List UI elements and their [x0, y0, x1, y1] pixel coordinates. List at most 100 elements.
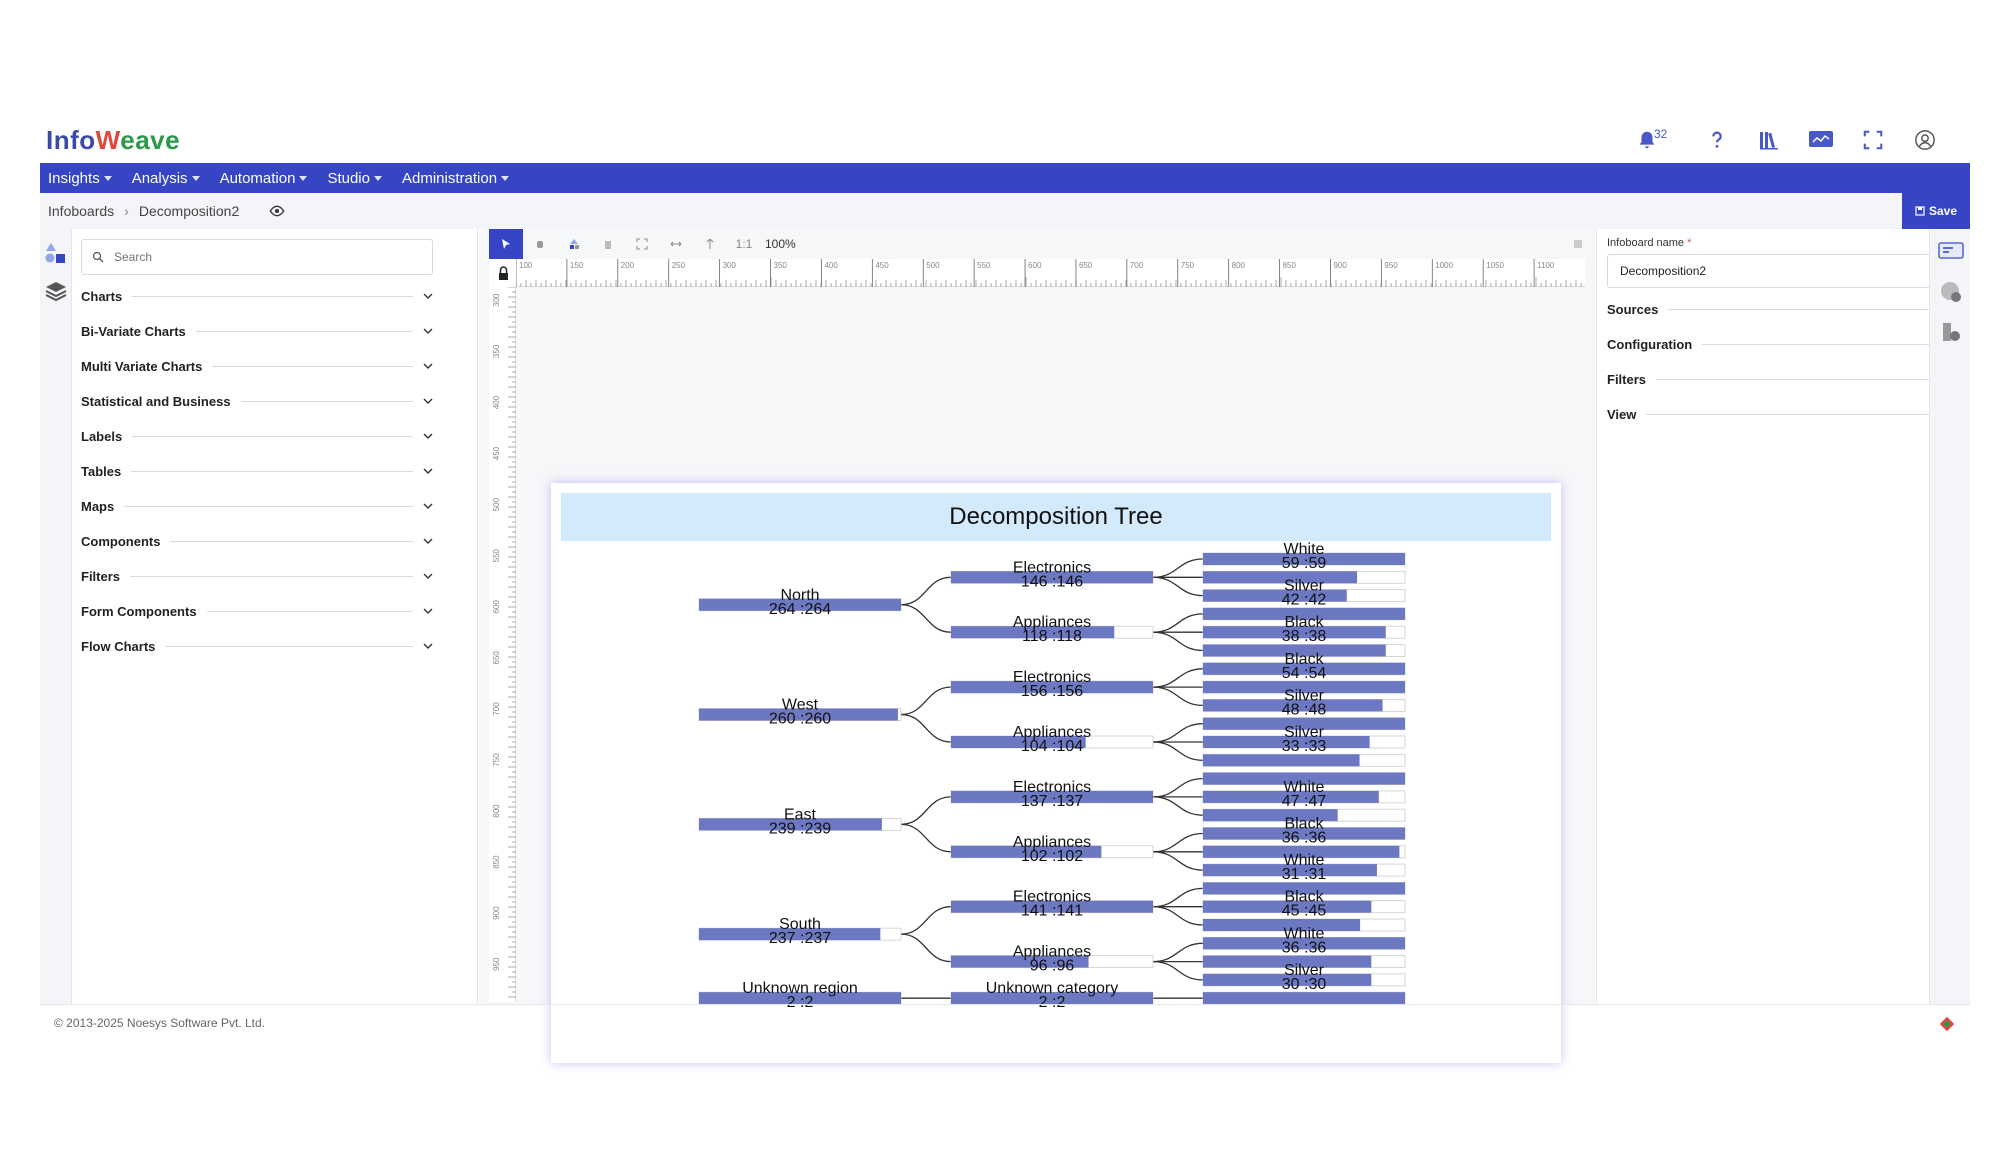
section-bivariate-charts[interactable]: Bi-Variate Charts — [81, 321, 433, 341]
node-value: 156 :156 — [1021, 683, 1083, 700]
chevron-down-icon — [299, 175, 308, 181]
node-value: 59 :59 — [1282, 555, 1327, 572]
app-root: InfoWeave 32 Insights Analysis Automatio… — [40, 115, 1970, 1063]
align-top-button[interactable] — [693, 229, 727, 259]
section-statistical-business[interactable]: Statistical and Business — [81, 391, 433, 411]
ruler-label: 850 — [1283, 261, 1297, 270]
chevron-down-icon — [423, 573, 433, 579]
ruler-label: 700 — [492, 702, 501, 716]
shapes-tool-button[interactable] — [557, 229, 591, 259]
divider — [1668, 308, 1939, 310]
properties-panel: Infoboard name * Decomposition2 Sources … — [1596, 229, 1959, 1004]
nav-administration[interactable]: Administration — [402, 170, 510, 187]
panel-toggle-button[interactable] — [1561, 229, 1595, 259]
section-tables[interactable]: Tables — [81, 461, 433, 481]
component-panel: Charts Bi-Variate Charts Multi Variate C… — [73, 229, 478, 1004]
canvas-toolbar: 1:1 100% — [489, 229, 1595, 259]
chevron-down-icon — [501, 175, 510, 181]
chevron-down-icon — [423, 293, 433, 299]
tree-connector — [1152, 686, 1204, 707]
breadcrumb: Infoboards › Decomposition2 Save — [40, 193, 1970, 229]
infoboard-name-input[interactable]: Decomposition2 — [1607, 254, 1959, 288]
node-bar — [1203, 992, 1405, 1005]
ratio-button[interactable]: 1:1 — [727, 229, 761, 259]
shapes-icon — [570, 239, 579, 249]
pointer-icon — [502, 239, 510, 249]
pan-tool-button[interactable] — [523, 229, 557, 259]
nav-automation[interactable]: Automation — [220, 170, 308, 187]
ruler-label: 750 — [492, 753, 501, 767]
select-tool-button[interactable] — [489, 229, 523, 259]
ruler-label: 350 — [492, 344, 501, 358]
zoom-level[interactable]: 100% — [765, 237, 796, 251]
monitor-icon[interactable] — [1806, 125, 1836, 155]
tree-connector — [900, 713, 952, 743]
divider — [132, 295, 413, 297]
section-form-components[interactable]: Form Components — [81, 601, 433, 621]
breadcrumb-root[interactable]: Infoboards — [48, 203, 114, 219]
node-bar — [1203, 754, 1360, 767]
tree-connector — [1152, 960, 1204, 981]
node-value: 141 :141 — [1021, 903, 1083, 920]
section-filters-right[interactable]: Filters — [1607, 369, 1959, 389]
delete-tool-button[interactable] — [591, 229, 625, 259]
divider — [132, 435, 413, 437]
section-flow-charts[interactable]: Flow Charts — [81, 636, 433, 656]
layers-icon[interactable] — [42, 277, 70, 305]
tree-connector — [1152, 668, 1204, 688]
data-settings-icon[interactable] — [1936, 317, 1966, 347]
chart-widget[interactable]: Decomposition Tree North 264 :264 West 260 … — [551, 483, 1561, 1063]
ruler-label: 400 — [492, 395, 501, 409]
infoboard-name-label: Infoboard name * — [1607, 237, 1692, 249]
tree-connector — [1152, 887, 1204, 908]
search-input[interactable] — [114, 250, 414, 264]
node-value: 102 :102 — [1021, 848, 1083, 865]
nav-studio[interactable]: Studio — [327, 170, 382, 187]
tree-connector — [1152, 832, 1204, 853]
help-icon[interactable] — [1702, 125, 1732, 155]
nav-analysis[interactable]: Analysis — [132, 170, 200, 187]
ruler-label: 650 — [492, 651, 501, 665]
section-maps[interactable]: Maps — [81, 496, 433, 516]
node-value: 31 :31 — [1282, 866, 1327, 883]
eye-icon[interactable] — [269, 203, 285, 219]
library-icon[interactable] — [1754, 125, 1784, 155]
divider — [1702, 343, 1939, 345]
fullscreen-icon[interactable] — [1858, 125, 1888, 155]
section-components[interactable]: Components — [81, 531, 433, 551]
save-button[interactable]: Save — [1902, 193, 1970, 229]
theme-settings-icon[interactable] — [1936, 277, 1966, 307]
ruler-label: 300 — [492, 293, 501, 307]
section-multivariate-charts[interactable]: Multi Variate Charts — [81, 356, 433, 376]
section-view[interactable]: View — [1607, 404, 1959, 424]
user-avatar-icon[interactable] — [1910, 125, 1940, 155]
chevron-right-icon: › — [124, 203, 129, 219]
nav-insights[interactable]: Insights — [48, 170, 112, 187]
section-sources[interactable]: Sources — [1607, 299, 1959, 319]
search-box[interactable] — [81, 239, 433, 275]
chevron-down-icon — [423, 503, 433, 509]
app-logo[interactable]: InfoWeave — [46, 125, 180, 156]
ruler-label: 950 — [1384, 261, 1398, 270]
bell-icon[interactable]: 32 — [1632, 125, 1667, 155]
divider — [124, 505, 413, 507]
widgets-icon[interactable] — [42, 239, 70, 267]
board-settings-icon[interactable] — [1936, 237, 1966, 267]
section-filters[interactable]: Filters — [81, 566, 433, 586]
node-value: 239 :239 — [769, 820, 831, 837]
divider — [212, 365, 413, 367]
section-charts[interactable]: Charts — [81, 286, 433, 306]
tree-connector — [900, 604, 952, 633]
section-labels[interactable]: Labels — [81, 426, 433, 446]
arrows-horizontal-icon — [670, 241, 682, 247]
lock-icon[interactable] — [489, 259, 516, 287]
trash-icon — [605, 241, 611, 249]
section-configuration[interactable]: Configuration — [1607, 334, 1959, 354]
hand-icon — [537, 241, 543, 248]
node-value: 237 :237 — [769, 930, 831, 947]
width-tool-button[interactable] — [659, 229, 693, 259]
fit-tool-button[interactable] — [625, 229, 659, 259]
ruler-label: 500 — [926, 261, 940, 270]
required-marker: * — [1687, 237, 1692, 249]
breadcrumb-current: Decomposition2 — [138, 203, 240, 219]
